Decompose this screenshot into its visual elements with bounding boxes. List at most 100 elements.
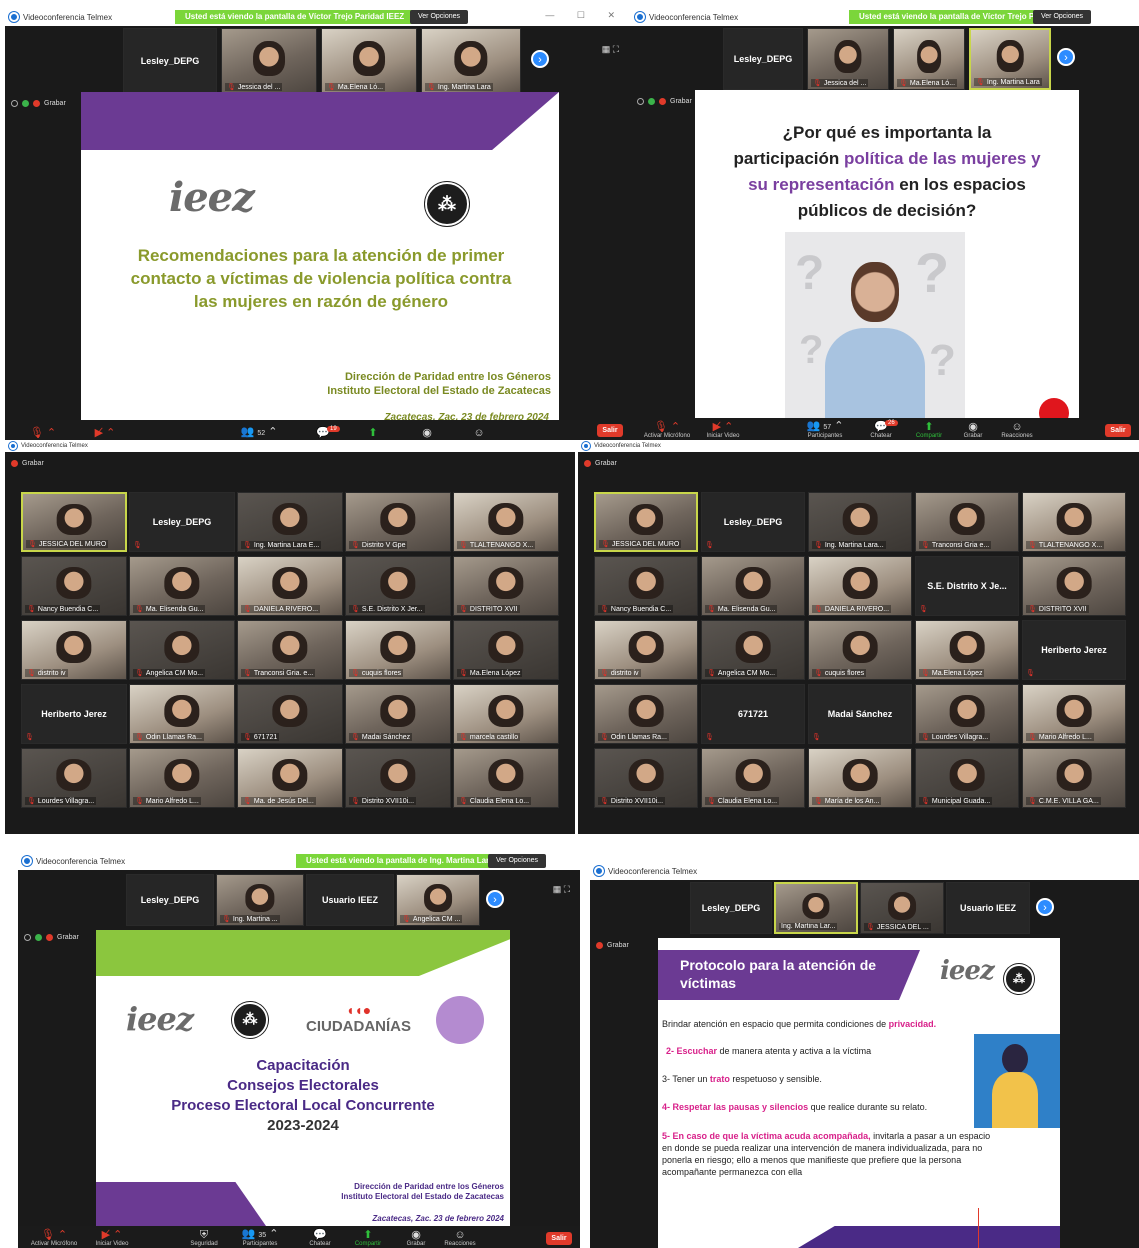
participant-tile[interactable]: 🎙 Angelica CM ... [396, 874, 480, 926]
participant-tile[interactable]: 🎙 Angelica CM Mo... [701, 620, 805, 680]
view-options-button[interactable]: Ver Opciones [488, 854, 547, 868]
participants-button[interactable]: 👥 52 ⌃ [231, 427, 287, 439]
chat-button[interactable]: 💬 19 [295, 426, 351, 439]
participant-tile[interactable]: 🎙 JESSICA DEL MURO [21, 492, 127, 552]
leave-button[interactable]: Salir [597, 424, 623, 437]
window-controls[interactable]: — ☐ ✕ [545, 10, 625, 21]
window-titlebar: Videoconferencia Telmex Usted está viend… [5, 8, 631, 26]
participant-tile[interactable]: Lesley_DEPG 🎙 [701, 492, 805, 552]
participant-tile[interactable]: Lesley_DEPG [123, 28, 217, 94]
participant-tile[interactable]: Heriberto Jerez 🎙 [1022, 620, 1126, 680]
participants-button[interactable]: 👥 35 ⌃ Participantes [232, 1229, 288, 1248]
participant-tile[interactable]: Madai Sánchez 🎙 [808, 684, 912, 744]
participant-tile[interactable]: 🎙 Lourdes Villagra... [915, 684, 1019, 744]
participant-tile[interactable]: 🎙 671721 [237, 684, 343, 744]
participant-tile[interactable]: 🎙 Ing. Martina Lara [969, 28, 1051, 90]
next-page-arrow-icon[interactable]: › [1057, 48, 1075, 66]
participant-tile[interactable]: Heriberto Jerez 🎙 [21, 684, 127, 744]
participant-tile[interactable]: 🎙 Nancy Buendia C... [594, 556, 698, 616]
participant-tile[interactable]: 🎙 DANIELA RIVERO... [808, 556, 912, 616]
participant-tile[interactable]: 🎙 Ing. Martina Lara E... [237, 492, 343, 552]
participant-tile[interactable]: 🎙 Odin Llamas Ra... [129, 684, 235, 744]
video-button[interactable]: ▶̸ ⌃ [77, 428, 133, 439]
participant-tile[interactable]: 🎙 Madai Sánchez [345, 684, 451, 744]
participant-tile[interactable]: 🎙 Mario Alfredo L... [1022, 684, 1126, 744]
reactions-button[interactable]: ☺ Reacciones [989, 422, 1045, 440]
participant-tile[interactable]: 🎙 distrito iv [594, 620, 698, 680]
participant-tile[interactable]: Usuario IEEZ [946, 882, 1030, 934]
participant-tile[interactable]: Lesley_DEPG 🎙 [129, 492, 235, 552]
participant-tile[interactable]: 🎙 DANIELA RIVERO... [237, 556, 343, 616]
participant-tile[interactable]: 🎙 Ing. Martina Lara [421, 28, 521, 94]
participant-tile[interactable]: 🎙 Ma.Elena López [915, 620, 1019, 680]
participant-tile[interactable]: 🎙 TLALTENANGO X... [453, 492, 559, 552]
participant-tile[interactable]: 🎙 Jessica del ... [221, 28, 317, 94]
participant-tile[interactable]: 🎙 Jessica del ... [807, 28, 889, 90]
participant-tile[interactable]: 🎙 cuquis flores [808, 620, 912, 680]
participant-tile[interactable]: 🎙 Ma. de Jesús Del... [237, 748, 343, 808]
participant-tile[interactable]: 🎙 Distrito V Gpe [345, 492, 451, 552]
participant-tile[interactable]: 🎙 Tranconsi Gria e... [915, 492, 1019, 552]
participant-tile[interactable]: 🎙 Municipal Guada... [915, 748, 1019, 808]
next-page-arrow-icon[interactable]: › [531, 50, 549, 68]
participant-tile[interactable]: 🎙 C.M.E. VILLA GA... [1022, 748, 1126, 808]
view-layout-icon[interactable]: ▦ ⛶ [553, 884, 570, 895]
participant-tile[interactable]: 🎙 Ma. Elisenda Gu... [701, 556, 805, 616]
participant-tile[interactable]: 🎙 Distrito XVII10i... [594, 748, 698, 808]
participant-tile[interactable]: 🎙 Ma.Elena Ló... [893, 28, 965, 90]
participant-tile[interactable]: Lesley_DEPG [723, 28, 803, 90]
participant-tile[interactable]: 🎙 TLALTENANGO X... [1022, 492, 1126, 552]
participant-tile[interactable]: Lesley_DEPG [690, 882, 772, 934]
participant-tile[interactable]: 🎙 Tranconsi Gria. e... [237, 620, 343, 680]
participant-tile[interactable]: 🎙 Ma.Elena López [453, 620, 559, 680]
reactions-button[interactable]: ☺ Reacciones [432, 1230, 488, 1248]
participant-tile[interactable]: 🎙 Ing. Martina Lara... [808, 492, 912, 552]
participant-tile[interactable]: 🎙 Claudia Elena Lo... [701, 748, 805, 808]
next-page-arrow-icon[interactable]: › [486, 890, 504, 908]
participant-tile[interactable]: 🎙 Claudia Elena Lo... [453, 748, 559, 808]
participant-tile[interactable]: 🎙 Odin Llamas Ra... [594, 684, 698, 744]
share-button[interactable]: ⬆ [345, 428, 401, 439]
view-options-button[interactable]: Ver Opciones [410, 10, 469, 24]
participant-tile[interactable]: 671721 🎙 [701, 684, 805, 744]
view-options-button[interactable]: Ver Opciones [1033, 10, 1092, 24]
participant-tile[interactable]: 🎙 JESSICA DEL ... [860, 882, 944, 934]
participant-tile[interactable]: 🎙 Lourdes Villagra... [21, 748, 127, 808]
mic-button[interactable]: 🎙 ⌃ Activar Micrófono [639, 422, 695, 440]
participant-tile[interactable]: 🎙 Distrito XVII10i... [345, 748, 451, 808]
participant-tile[interactable]: 🎙 DISTRITO XVII [1022, 556, 1126, 616]
participant-tile[interactable]: 🎙 Angelica CM Mo... [129, 620, 235, 680]
security-button[interactable]: ⛨ Seguridad [176, 1230, 232, 1248]
participant-tile[interactable]: Lesley_DEPG [126, 874, 214, 926]
next-page-arrow-icon[interactable]: › [1036, 898, 1054, 916]
mic-button[interactable]: 🎙 ⌃ Activar Micrófono [26, 1230, 82, 1248]
participant-tile[interactable]: 🎙 Ma.Elena Ló... [321, 28, 417, 94]
participant-tile[interactable]: 🎙 distrito iv [21, 620, 127, 680]
info-icon[interactable] [24, 934, 31, 941]
participant-tile[interactable]: 🎙 Mario Alfredo L... [129, 748, 235, 808]
participant-tile[interactable]: Ing. Martina Lar... [774, 882, 858, 934]
view-layout-icon[interactable]: ▦ ⛶ [602, 44, 619, 55]
info-icon[interactable] [637, 98, 644, 105]
participants-button[interactable]: 👥 57 ⌃ Participantes [797, 421, 853, 440]
participant-tile[interactable]: 🎙 DISTRITO XVII [453, 556, 559, 616]
participant-tile[interactable]: 🎙 cuquis flores [345, 620, 451, 680]
video-button[interactable]: ▶̸ ⌃ Iniciar Video [695, 422, 751, 440]
info-icon[interactable] [11, 100, 18, 107]
mic-button[interactable]: 🎙 ⌃ [15, 428, 71, 439]
participant-tile[interactable]: 🎙 Nancy Buendia C... [21, 556, 127, 616]
participant-tile[interactable]: 🎙 marcela castillo [453, 684, 559, 744]
participant-video [842, 759, 878, 792]
leave-button[interactable]: Salir [1105, 424, 1131, 437]
participant-tile[interactable]: 🎙 JESSICA DEL MURO [594, 492, 698, 552]
record-button[interactable]: ◉ [399, 428, 455, 439]
participant-tile[interactable]: S.E. Distrito X Je... 🎙 [915, 556, 1019, 616]
video-button[interactable]: ▶̸ ⌃ Iniciar Video [84, 1230, 140, 1248]
leave-button[interactable]: Salir [546, 1232, 572, 1245]
participant-tile[interactable]: 🎙 Ma. Elisenda Gu... [129, 556, 235, 616]
participant-tile[interactable]: 🎙 María de los An... [808, 748, 912, 808]
participant-tile[interactable]: Usuario IEEZ [306, 874, 394, 926]
participant-tile[interactable]: 🎙 S.E. Distrito X Jer... [345, 556, 451, 616]
reactions-button[interactable]: ☺ [451, 428, 507, 439]
participant-tile[interactable]: 🎙 Ing. Martina ... [216, 874, 304, 926]
